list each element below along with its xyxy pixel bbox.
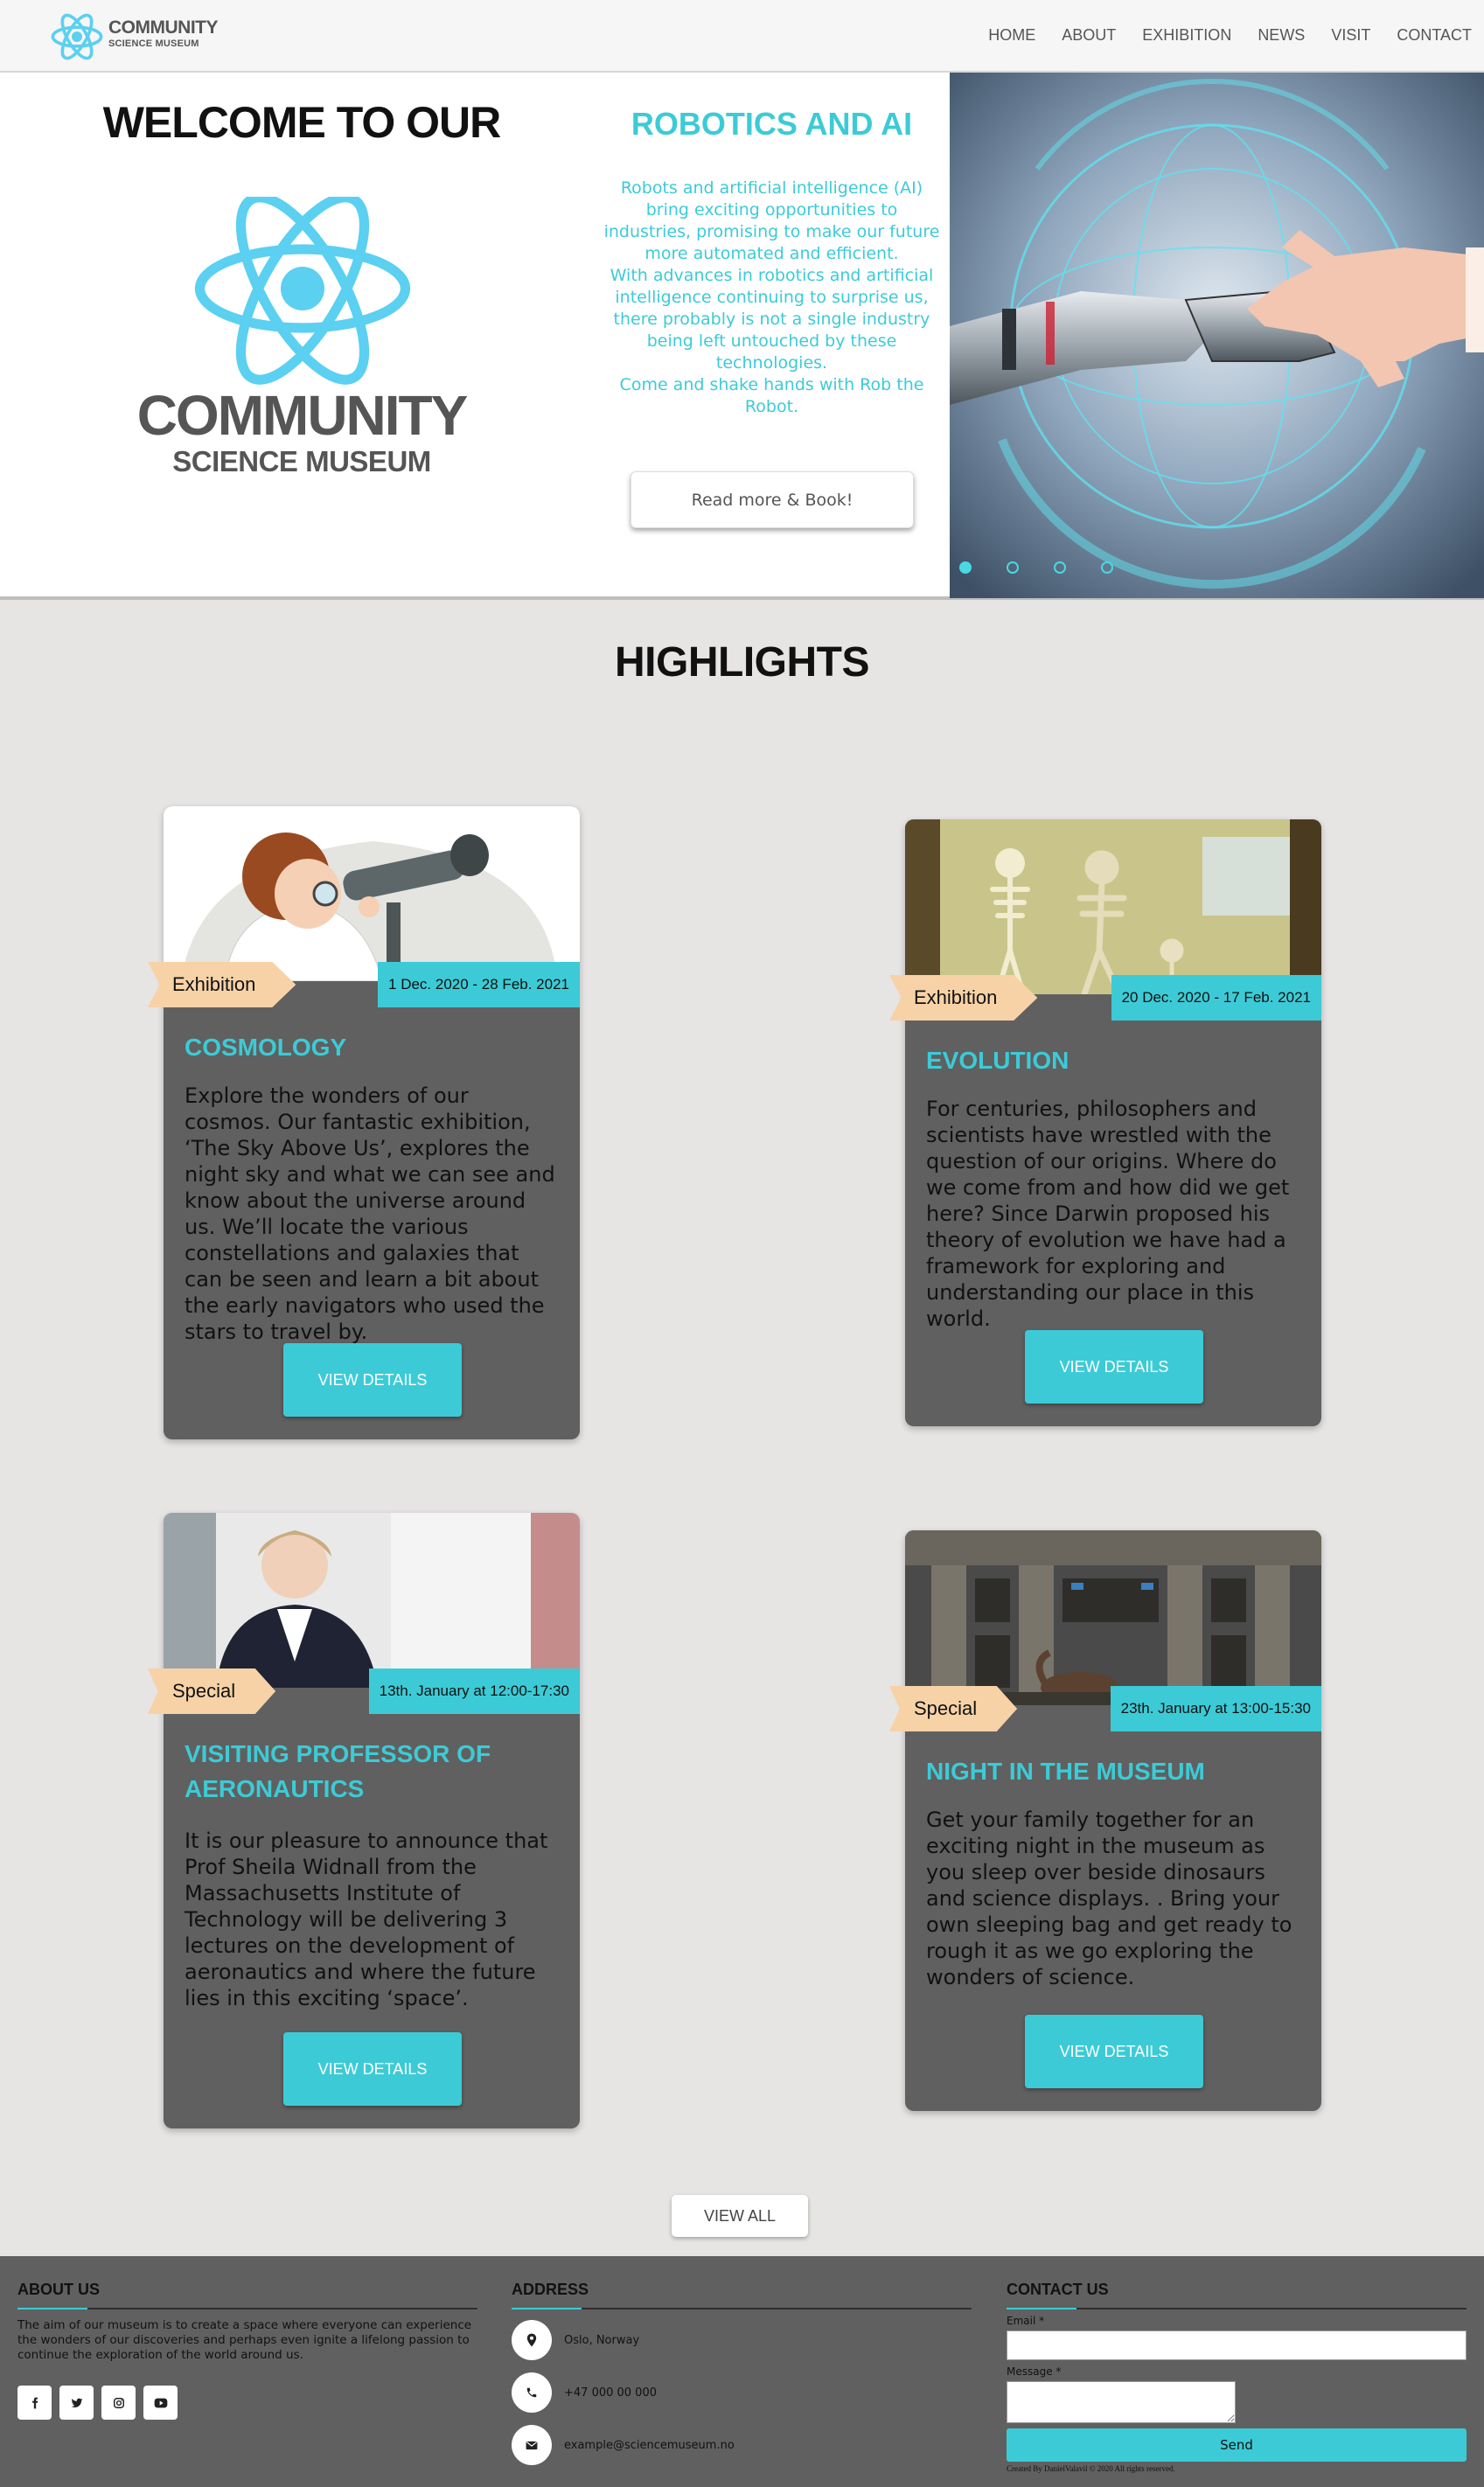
skeletons-exhibit-image <box>905 819 1321 994</box>
footer-contact: CONTACT US Email * Message * Send Create… <box>1007 2281 1467 2473</box>
hero-brand-wordmark: COMMUNITY SCIENCE MUSEUM <box>131 387 472 476</box>
card-category-tag: Exhibition <box>889 975 1038 1021</box>
card-description: Get your family together for an exciting… <box>926 1808 1292 1989</box>
museum-hall-image <box>905 1530 1321 1705</box>
hero-title: WELCOME TO OUR <box>102 98 502 147</box>
social-links <box>17 2386 477 2420</box>
email-text[interactable]: example@sciencemuseum.no <box>564 2439 735 2452</box>
read-more-book-button[interactable]: Read more & Book! <box>631 471 914 528</box>
slider-dots <box>959 561 1113 574</box>
copyright-credit: Created By DanielValavil © 2020 All righ… <box>1007 2464 1175 2473</box>
view-details-button[interactable]: VIEW DETAILS <box>1025 1330 1203 1404</box>
send-button[interactable]: Send <box>1007 2428 1467 2462</box>
view-details-button[interactable]: VIEW DETAILS <box>283 1343 462 1417</box>
footer-contact-heading: CONTACT US <box>1007 2281 1467 2309</box>
hero-brand-line-1: COMMUNITY <box>136 384 469 447</box>
highlight-card-cosmology: Exhibition 1 Dec. 2020 - 28 Feb. 2021 CO… <box>148 806 580 1439</box>
view-all-button[interactable]: VIEW ALL <box>672 2195 808 2237</box>
card-description: Explore the wonders of our cosmos. Our f… <box>185 1083 555 1344</box>
highlight-card-evolution: Exhibition 20 Dec. 2020 - 17 Feb. 2021 E… <box>889 819 1321 1426</box>
highlights-title: HIGHLIGHTS <box>615 639 870 686</box>
card-title: VISITING PROFESSOR OF AERONAUTICS <box>185 1740 491 1802</box>
view-details-button[interactable]: VIEW DETAILS <box>1025 2015 1203 2088</box>
highlight-card-night-in-museum: Special 23th. January at 13:00-15:30 NIG… <box>889 1530 1321 2111</box>
address-email: example@sciencemuseum.no <box>512 2423 972 2467</box>
nav-visit[interactable]: VISIT <box>1331 26 1370 45</box>
card-category-tag: Exhibition <box>148 962 296 1007</box>
site-header: COMMUNITY SCIENCE MUSEUM HOME ABOUT EXHI… <box>0 0 1484 73</box>
card-title: NIGHT IN THE MUSEUM <box>926 1758 1205 1785</box>
card-description: It is our pleasure to announce that Prof… <box>185 1829 548 2010</box>
message-label: Message * <box>1007 2365 1062 2378</box>
nav-contact[interactable]: CONTACT <box>1397 26 1472 45</box>
nav-news[interactable]: NEWS <box>1258 26 1305 45</box>
map-pin-icon <box>512 2320 552 2360</box>
atom-logo-large-icon <box>194 197 411 385</box>
envelope-icon <box>512 2425 552 2465</box>
nav-exhibition[interactable]: EXHIBITION <box>1142 26 1231 45</box>
slider-dot-3[interactable] <box>1054 561 1066 574</box>
phone-icon <box>512 2372 552 2413</box>
highlight-card-visiting-professor: Special 13th. January at 12:00-17:30 VIS… <box>148 1513 580 2128</box>
hero-brand-line-2: SCIENCE MUSEUM <box>172 445 431 477</box>
robot-handshake-image <box>950 73 1484 598</box>
instagram-icon[interactable] <box>101 2386 136 2420</box>
view-details-button[interactable]: VIEW DETAILS <box>283 2032 462 2106</box>
youtube-icon[interactable] <box>143 2386 178 2420</box>
slider-dot-2[interactable] <box>1007 561 1019 574</box>
email-label: Email * <box>1007 2315 1045 2327</box>
slide-title: ROBOTICS AND AI <box>631 106 913 142</box>
card-title: COSMOLOGY <box>185 1034 347 1061</box>
hero-section: WELCOME TO OUR COMMUNITY SCIENCE MUSEUM … <box>0 73 1484 600</box>
card-description: For centuries, philosophers and scientis… <box>926 1097 1290 1331</box>
phone-text[interactable]: +47 000 00 000 <box>564 2386 657 2400</box>
card-date-badge: 13th. January at 12:00-17:30 <box>368 1668 580 1714</box>
card-date-badge: 23th. January at 13:00-15:30 <box>1110 1686 1321 1731</box>
address-phone: +47 000 00 000 <box>512 2371 972 2414</box>
location-text: Oslo, Norway <box>564 2333 640 2347</box>
slider-dot-1[interactable] <box>959 561 972 574</box>
twitter-icon[interactable] <box>59 2386 94 2420</box>
email-field[interactable] <box>1007 2330 1467 2360</box>
brand-wordmark[interactable]: COMMUNITY SCIENCE MUSEUM <box>108 17 219 49</box>
brand-line-1: COMMUNITY <box>108 17 219 38</box>
facebook-icon[interactable] <box>17 2386 52 2420</box>
professor-portrait-image <box>164 1513 580 1688</box>
address-location: Oslo, Norway <box>512 2318 972 2362</box>
atom-logo-icon[interactable] <box>51 10 103 63</box>
nav-home[interactable]: HOME <box>988 26 1035 45</box>
footer-about: ABOUT US The aim of our museum is to cre… <box>17 2281 477 2420</box>
footer-about-heading: ABOUT US <box>17 2281 477 2309</box>
brand-line-2: SCIENCE MUSEUM <box>108 38 199 49</box>
slide-text: Robots and artificial intelligence (AI) … <box>603 178 940 416</box>
nav-about[interactable]: ABOUT <box>1062 26 1116 45</box>
footer-address: ADDRESS Oslo, Norway +47 000 00 000 exam… <box>512 2281 972 2467</box>
message-field[interactable] <box>1007 2381 1236 2423</box>
card-category-tag: Special <box>889 1686 1018 1731</box>
main-nav: HOME ABOUT EXHIBITION NEWS VISIT CONTACT <box>988 0 1472 70</box>
footer-about-text: The aim of our museum is to create a spa… <box>17 2318 472 2362</box>
site-footer: ABOUT US The aim of our museum is to cre… <box>0 2256 1484 2487</box>
footer-address-heading: ADDRESS <box>512 2281 972 2309</box>
card-date-badge: 20 Dec. 2020 - 17 Feb. 2021 <box>1111 975 1321 1021</box>
astronomer-illustration-image <box>164 806 580 981</box>
card-category-tag: Special <box>148 1668 276 1714</box>
slider-dot-4[interactable] <box>1101 561 1113 574</box>
card-date-badge: 1 Dec. 2020 - 28 Feb. 2021 <box>378 962 580 1007</box>
card-title: EVOLUTION <box>926 1047 1069 1074</box>
